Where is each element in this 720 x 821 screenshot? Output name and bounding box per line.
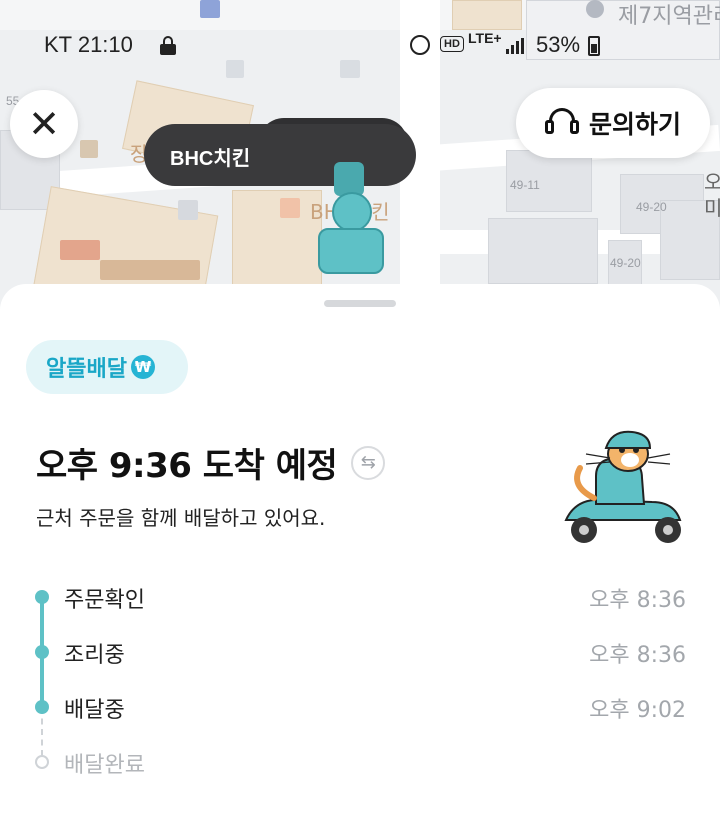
blurred-area bbox=[178, 200, 198, 220]
rider-cat-illustration bbox=[564, 430, 682, 543]
step-label: 조리중 bbox=[64, 643, 125, 668]
blurred-area bbox=[80, 140, 98, 158]
lot-number: 49-11 bbox=[510, 178, 540, 192]
eta-row: 오후 9:36 도착 예정 ⇆ bbox=[36, 438, 386, 487]
poi-icon bbox=[586, 0, 604, 18]
step-time: 오후 9:02 bbox=[589, 698, 686, 723]
blurred-area bbox=[280, 198, 300, 218]
timeline-step-delivered: 배달완료 bbox=[0, 745, 720, 785]
order-status-sheet: 알뜰배달 ₩ 오후 9:36 도착 예정 ⇆ 근처 주문을 함께 배달하고 있어… bbox=[0, 284, 720, 821]
map-edge-label: 미 bbox=[704, 196, 720, 220]
lock-icon bbox=[160, 36, 176, 55]
map-building bbox=[488, 218, 598, 284]
inquiry-button[interactable]: 문의하기 bbox=[516, 88, 710, 158]
timeline-step-cooking: 조리중 오후 8:36 bbox=[0, 635, 720, 675]
network-indicator: LTE+ bbox=[468, 30, 502, 46]
delivery-type-badge: 알뜰배달 ₩ bbox=[26, 340, 188, 394]
step-label: 배달중 bbox=[64, 698, 125, 723]
delivery-progress-timeline: 주문확인 오후 8:36 조리중 오후 8:36 배달중 오후 9:02 배달완… bbox=[0, 580, 720, 778]
step-done-dot bbox=[35, 645, 49, 659]
alarm-icon bbox=[410, 35, 430, 55]
signal-icon bbox=[506, 38, 526, 54]
delivery-map[interactable]: 제7지역관리 55 장 오 미 BHC치킨 49-11 49-20 49-20 … bbox=[0, 0, 720, 320]
timeline-step-delivering: 배달중 오후 9:02 bbox=[0, 690, 720, 730]
carrier-time: KT 21:10 bbox=[44, 32, 133, 57]
scooter-front-icon bbox=[334, 162, 364, 196]
step-label: 배달완료 bbox=[64, 753, 145, 778]
battery-percent: 53% bbox=[536, 32, 581, 57]
swap-toggle-button[interactable]: ⇆ bbox=[351, 445, 386, 480]
eta-subtitle: 근처 주문을 함께 배달하고 있어요. bbox=[36, 506, 326, 530]
rider-helmet-icon bbox=[332, 192, 372, 232]
step-label: 주문확인 bbox=[64, 588, 145, 613]
status-bar: KT 21:10 HD LTE+ 53% bbox=[0, 26, 720, 66]
eta-title: 오후 9:36 도착 예정 bbox=[36, 446, 338, 486]
delivery-box-icon bbox=[318, 228, 384, 274]
blurred-area bbox=[60, 240, 100, 260]
map-edge-label: 오 bbox=[704, 170, 720, 194]
battery-icon bbox=[588, 36, 600, 56]
inquiry-label: 문의하기 bbox=[588, 110, 681, 139]
step-time: 오후 8:36 bbox=[589, 588, 686, 613]
step-done-dot bbox=[35, 700, 49, 714]
step-time: 오후 8:36 bbox=[589, 643, 686, 668]
map-building bbox=[232, 190, 322, 290]
blurred-area bbox=[200, 0, 220, 18]
badge-label: 알뜰배달 bbox=[46, 357, 127, 382]
swap-icon: ⇆ bbox=[360, 452, 376, 473]
close-icon: ✕ bbox=[28, 102, 60, 146]
lot-number: 49-20 bbox=[636, 200, 667, 214]
headset-icon bbox=[544, 108, 579, 138]
sheet-drag-handle[interactable] bbox=[324, 300, 396, 307]
won-icon: ₩ bbox=[130, 355, 155, 379]
lot-number: 49-20 bbox=[610, 256, 641, 270]
step-pending-dot bbox=[35, 755, 49, 769]
blurred-area bbox=[100, 260, 200, 280]
timeline-step-order-confirmed: 주문확인 오후 8:36 bbox=[0, 580, 720, 620]
step-done-dot bbox=[35, 590, 49, 604]
rider-location-marker[interactable] bbox=[318, 162, 390, 280]
close-button[interactable]: ✕ bbox=[10, 90, 78, 158]
hd-voice-icon: HD bbox=[440, 36, 464, 52]
